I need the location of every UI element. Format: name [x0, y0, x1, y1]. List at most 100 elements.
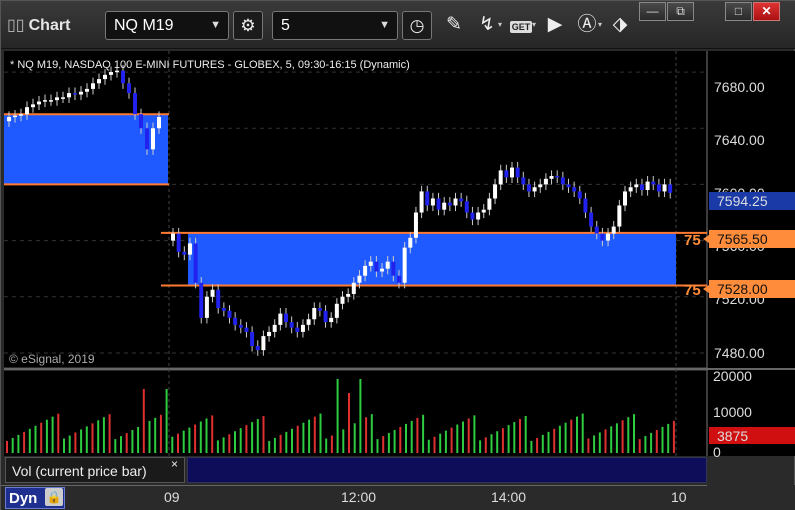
candle-body	[199, 282, 204, 318]
candle-body	[408, 237, 413, 248]
candle-body	[25, 107, 29, 115]
candle-body	[306, 319, 311, 325]
time-axis-divider	[1, 485, 707, 486]
chevron-down-icon[interactable]: ▼	[379, 19, 390, 31]
candle-body	[193, 243, 198, 283]
volume-tick: 10000	[713, 404, 752, 420]
candle-body	[187, 243, 192, 255]
candle-body	[623, 191, 627, 206]
candle-body	[278, 313, 283, 325]
pencil-icon[interactable]: ✎	[441, 11, 467, 39]
candle-body	[357, 275, 362, 283]
upper-zone-label: 7565.50	[717, 231, 768, 247]
candle-body	[133, 93, 137, 115]
candle-body	[600, 233, 605, 241]
candle-body	[436, 198, 441, 210]
candle-body	[481, 209, 486, 213]
candle-body	[419, 191, 424, 213]
candle-body	[498, 170, 503, 185]
candle-body	[577, 191, 582, 199]
candle-body	[442, 202, 447, 210]
time-label: 14:00	[491, 489, 527, 505]
candle-body	[340, 296, 345, 304]
candle-body	[470, 212, 475, 220]
volume-legend[interactable]: Vol (current price bar)	[5, 457, 185, 483]
volume-tick: 0	[713, 444, 721, 460]
candle-body	[526, 184, 531, 192]
upper-zone-marker: 75	[684, 232, 701, 249]
candle-body	[425, 191, 430, 206]
candle-body	[317, 308, 322, 311]
copyright-text: © eSignal, 2019	[9, 352, 95, 366]
volume-last-label: 3875	[717, 428, 748, 444]
candle-body	[261, 336, 266, 351]
candle-body	[210, 289, 215, 297]
get-icon[interactable]: GET ▾	[508, 11, 536, 39]
link-icon[interactable]: ⬗	[607, 11, 633, 39]
candle-body	[176, 233, 181, 252]
candle-body	[49, 100, 53, 102]
candle-body	[85, 88, 89, 92]
candle-body	[55, 97, 59, 101]
close-icon[interactable]: ×	[171, 457, 178, 471]
candle-body	[656, 184, 661, 192]
candle-body	[323, 310, 328, 323]
candle-body	[267, 331, 272, 337]
interval-input[interactable]: 5 ▼	[272, 11, 398, 40]
time-label: 09	[164, 489, 180, 505]
candle-body	[121, 70, 125, 84]
candle-body	[668, 184, 673, 193]
candle-body	[221, 308, 226, 311]
alert-icon[interactable]: Ⓐ ▾	[574, 11, 602, 39]
candle-body	[589, 212, 594, 227]
candle-body	[250, 331, 255, 346]
candle-body	[7, 117, 11, 122]
candle-body	[284, 313, 288, 323]
volume-tick: 20000	[713, 368, 752, 384]
play-icon[interactable]: ▶	[542, 11, 568, 39]
candle-body	[413, 212, 418, 238]
lower-zone-marker: 75	[684, 282, 701, 299]
candle-body	[97, 79, 101, 84]
candle-body	[645, 181, 650, 191]
candle-body	[594, 226, 599, 234]
candle-body	[216, 289, 221, 309]
candle-body	[346, 293, 351, 297]
candle-body	[329, 317, 334, 323]
candle-body	[385, 261, 390, 269]
candle-body	[13, 115, 17, 118]
price-panel[interactable]	[4, 51, 707, 367]
clock-icon[interactable]: ◷	[402, 11, 432, 40]
candle-body	[31, 104, 35, 108]
chart-header: * NQ M19, NASDAQ 100 E-MINI FUTURES - GL…	[10, 59, 410, 71]
candle-body	[67, 93, 71, 98]
restore-button[interactable]: ⧉	[667, 2, 694, 21]
candle-body	[300, 324, 305, 332]
candle-body	[476, 212, 481, 220]
zone-rect	[4, 114, 168, 185]
candle-body	[334, 303, 339, 318]
price-chart[interactable]: * NQ M19, NASDAQ 100 E-MINI FUTURES - GL…	[1, 49, 795, 485]
maximize-button[interactable]: □	[725, 2, 752, 21]
candle-body	[103, 74, 107, 80]
study-icon[interactable]: ↯ ▾	[474, 11, 502, 39]
close-button[interactable]: ✕	[753, 2, 780, 21]
dynamic-label: Dyn	[9, 490, 38, 507]
candle-body	[464, 201, 469, 213]
candle-body	[459, 198, 464, 202]
candle-body	[651, 181, 656, 185]
chevron-down-icon[interactable]: ▼	[210, 19, 221, 31]
candle-body	[504, 170, 509, 178]
candle-body	[91, 83, 95, 89]
candle-body	[182, 251, 187, 255]
candle-body	[127, 83, 131, 94]
candle-body	[583, 198, 588, 213]
minimize-button[interactable]: —	[639, 2, 666, 21]
lock-icon[interactable]: 🔒	[45, 488, 63, 506]
candle-body	[397, 275, 401, 283]
settings-gear-icon[interactable]: ⚙	[233, 11, 263, 40]
price-tick: 7480.00	[714, 345, 765, 361]
symbol-input[interactable]: NQ M19 ▼	[105, 11, 229, 40]
symbol-value: NQ M19	[114, 17, 174, 34]
candle-body	[73, 93, 77, 95]
